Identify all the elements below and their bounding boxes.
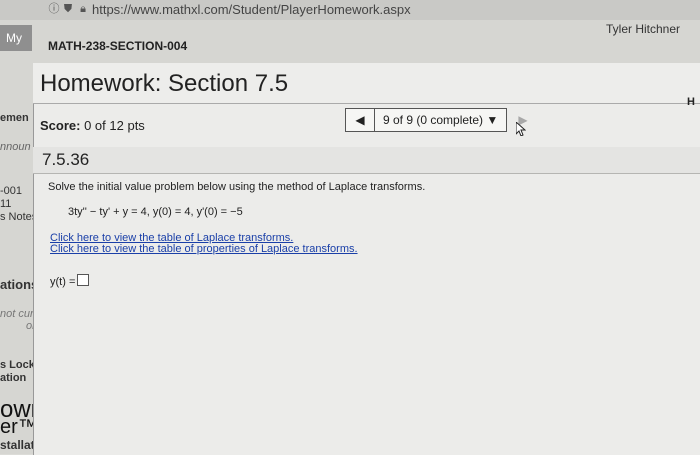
laplace-properties-link[interactable]: Click here to view the table of properti… [50,243,358,255]
mouse-cursor-icon [516,122,526,136]
info-icon[interactable]: ⓘ [48,3,60,15]
sidebar-item-assignments[interactable]: emen [0,112,29,124]
sidebar-item-announcements[interactable]: nnoun [0,141,31,153]
url-input[interactable]: https://www.mathxl.com/Student/PlayerHom… [92,2,411,17]
score-value: 0 of 12 pts [84,118,145,133]
answer-input[interactable] [77,274,89,286]
sidebar-item-section[interactable]: -001 [0,185,22,197]
sidebar-item-number: 11 [0,198,12,210]
score-label: Score: [40,118,81,133]
sidebar-item-notes[interactable]: s Notes [0,211,37,223]
page-title: Homework: Section 7.5 [40,70,289,97]
question-number: 7.5.36 [42,150,90,169]
sidebar-note-not-current: not curr [0,308,38,320]
my-tab[interactable]: My [0,25,32,51]
help-fragment[interactable]: H [687,96,695,108]
question-header [33,147,700,174]
question-selector[interactable]: 9 of 9 (0 complete) ▼ [375,108,507,132]
course-name: MATH-238-SECTION-004 [48,39,188,53]
sidebar-item-ation: ation [0,372,27,384]
user-name[interactable]: Tyler Hitchner [606,22,680,36]
question-equation: 3ty'' − ty' + y = 4, y(0) = 4, y'(0) = −… [68,206,243,218]
answer-label: y(t) = [50,276,76,288]
shield-icon[interactable]: ⛊ [62,3,74,15]
previous-question-button[interactable]: ◀ [345,108,375,132]
score-row: Score: 0 of 12 pts [40,118,145,133]
lock-icon: 🔒︎ [80,3,86,15]
question-prompt: Solve the initial value problem below us… [48,181,426,193]
